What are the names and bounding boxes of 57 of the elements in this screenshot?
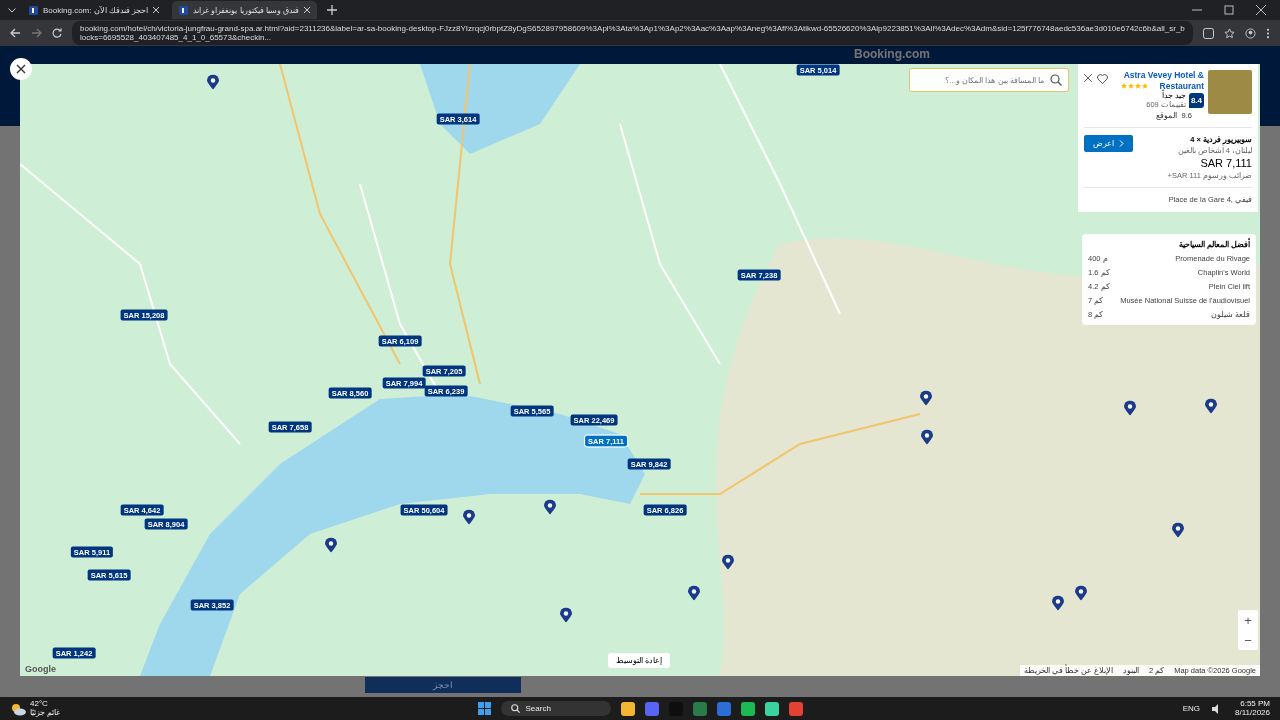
app-icon[interactable] [740,701,755,716]
app-icon[interactable] [620,701,635,716]
location-pin-icon[interactable] [1075,585,1087,601]
app-icon[interactable] [764,701,779,716]
weather-icon[interactable] [10,701,26,716]
location-pin-icon[interactable] [688,585,700,601]
location-pin-icon[interactable] [560,607,572,623]
location-pin-icon[interactable] [920,390,932,406]
search-icon [510,704,520,713]
star-icon[interactable] [1224,27,1235,39]
location-pin-icon[interactable] [325,537,337,553]
zoom-out-button[interactable]: − [1238,630,1258,650]
map-logo: Google [25,664,56,674]
location-pin-icon[interactable] [1124,400,1136,416]
close-icon[interactable] [1084,74,1092,82]
chevron-right-icon [1119,140,1124,148]
close-icon[interactable] [16,64,26,74]
site-logo[interactable]: Booking.com [854,47,930,61]
zoom-in-button[interactable]: + [1238,610,1258,630]
reload-icon[interactable] [52,28,62,38]
view-button[interactable]: اعرض [1084,135,1133,153]
location-pin-icon[interactable] [921,429,933,445]
close-icon[interactable] [1256,5,1266,15]
location-pin-icon[interactable] [1172,522,1184,538]
app-icon[interactable] [788,701,803,716]
location-pin-icon[interactable] [1052,595,1064,611]
review-score: 8.4 [1188,92,1204,108]
profile-icon[interactable] [1245,27,1256,39]
temperature: 42°C [30,699,49,709]
price: SAR 7,111 [1200,157,1252,170]
menu-icon[interactable] [1266,27,1270,39]
browser-tab[interactable]: Booking.com: احجز فندقك الآن [22,1,167,19]
clock[interactable]: 6:55 PM 8/11/2026 [1235,699,1270,718]
location-pin-icon[interactable] [722,554,734,570]
taskbar-search[interactable]: Search [500,701,611,716]
new-tab-icon[interactable] [327,5,338,15]
site-favicon-icon [179,5,189,15]
language-indicator[interactable]: ENG [1182,704,1200,713]
restore-icon[interactable] [1224,5,1234,15]
weather-text: غائم جزئيًا [30,708,61,718]
recenter-button[interactable]: إعادة التوسيط [608,653,671,668]
location-pin-icon[interactable] [1205,398,1217,414]
book-button[interactable]: احجز [365,677,521,693]
translate-icon[interactable] [1203,27,1214,39]
location-pin-icon[interactable] [544,499,556,515]
location-pin-icon[interactable] [463,509,475,525]
chevron-down-icon[interactable] [8,7,16,13]
address-field[interactable]: booking.com/hotel/ch/victoria-jungfrau-grand-spa.ar.html?aid=2311236&label=ar-sa-booking-desktop-FJzz8YIzrqcj0rbptZ8yDgS652897958609%3Apl%3Ata%3Ap1%3Ap2%3Aac%3Aap%3Aneg%3Afi%3Atikwd-65526620%3Alp9223851%3Ali%3Adec%3Adm&sid=125f776748aedc536ae3d010e6742c6b&all_sr_blocks=6695528_403407485_4_1_0_65573&checkin... [72,21,1193,45]
search-icon [1050,74,1062,86]
heart-icon[interactable] [1097,74,1108,84]
forward-icon[interactable] [31,28,42,38]
start-icon[interactable] [477,702,491,715]
site-favicon-icon [29,5,38,15]
back-icon[interactable] [10,28,21,38]
browser-tab[interactable]: فندق وسبا فيكتوريا يونغفراو غراند [172,1,318,19]
location-pin-icon[interactable] [207,74,219,90]
distance-search-field[interactable]: ما المسافة بين هذا المكان و...؟ [909,68,1069,92]
